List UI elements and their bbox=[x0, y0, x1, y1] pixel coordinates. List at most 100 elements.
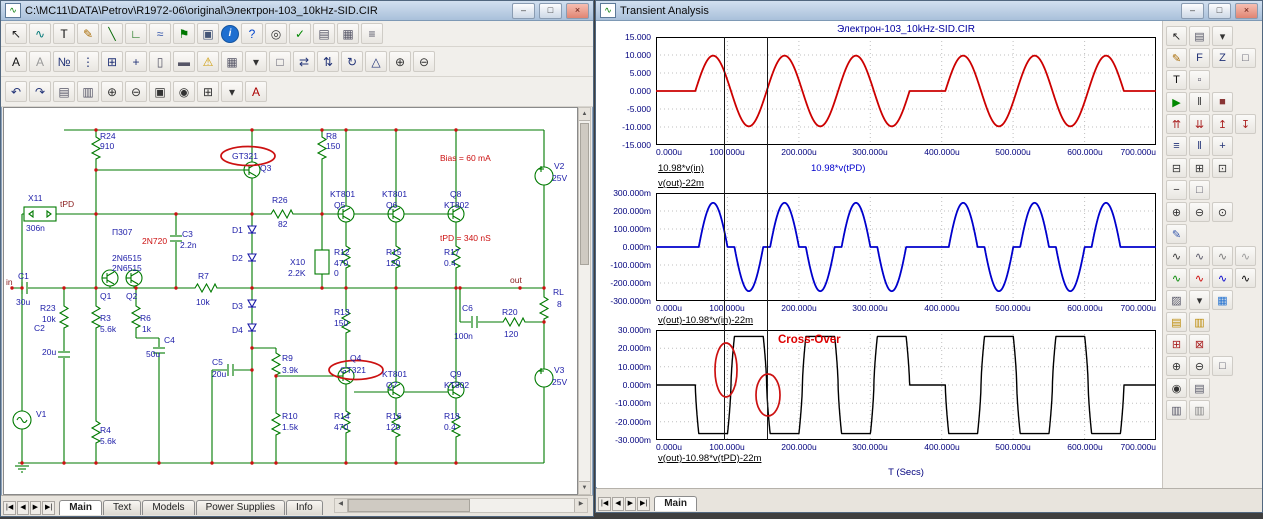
tab-scroll-prev-button[interactable]: ◀ bbox=[17, 501, 29, 515]
minimize-button[interactable]: – bbox=[512, 2, 535, 19]
trace-black-icon[interactable]: ∿ bbox=[1235, 268, 1256, 288]
tab-scroll-prev-button[interactable]: ◀ bbox=[612, 497, 624, 511]
find-icon[interactable]: ⊕ bbox=[389, 51, 411, 72]
vertical-cursor-icon[interactable]: ‖ bbox=[1189, 136, 1210, 156]
curve-label-vout-vtpd[interactable]: v(out)-10.98*v(tPD)-22m bbox=[658, 453, 761, 464]
analysis-window-titlebar[interactable]: ∿ Transient Analysis – □ × bbox=[596, 1, 1262, 21]
flag-tool-icon[interactable]: ⚑ bbox=[173, 23, 195, 44]
bottom-icon[interactable]: ↧ bbox=[1235, 114, 1256, 134]
zoom-in-icon[interactable]: ⊕ bbox=[1166, 202, 1187, 222]
minimize-button[interactable]: – bbox=[1181, 2, 1204, 19]
check-icon[interactable]: ✓ bbox=[289, 23, 311, 44]
valley-icon[interactable]: ⇊ bbox=[1189, 114, 1210, 134]
cursor-grid-icon[interactable]: ⊞ bbox=[1166, 334, 1187, 354]
tab-text[interactable]: Text bbox=[102, 500, 142, 515]
find-next-icon[interactable]: ⊖ bbox=[413, 51, 435, 72]
drc-icon[interactable]: ⚠ bbox=[197, 51, 219, 72]
fourier-window-icon[interactable]: F bbox=[1189, 48, 1210, 68]
restore-button[interactable]: □ bbox=[1208, 2, 1231, 19]
transient-plot-2[interactable] bbox=[656, 193, 1156, 301]
crosshair-icon[interactable]: + bbox=[125, 51, 147, 72]
tab-scroll-last-button[interactable]: ▶| bbox=[636, 497, 651, 511]
page-front-icon[interactable]: ▥ bbox=[1166, 400, 1187, 420]
schematic-canvas-area[interactable]: R24 910 GT321 Q3 R8 150 Bias = 60 mA V2 25V X11 tP… bbox=[3, 107, 578, 495]
schematic-window-titlebar[interactable]: ∿ C:\MC11\DATA\Petrov\R1972-06\original\… bbox=[1, 1, 593, 21]
select-arrow-icon[interactable]: ↖ bbox=[5, 23, 27, 44]
tab-main[interactable]: Main bbox=[654, 496, 697, 511]
mode-dropdown-icon[interactable]: ▾ bbox=[221, 81, 243, 102]
tab-scroll-next-button[interactable]: ▶ bbox=[29, 501, 41, 515]
info-icon[interactable]: i bbox=[221, 24, 239, 43]
wire-tool-icon[interactable]: ∟ bbox=[125, 23, 147, 44]
tab-main[interactable]: Main bbox=[59, 500, 102, 515]
tab-power-supplies[interactable]: Power Supplies bbox=[195, 500, 286, 515]
plot-style-1-icon[interactable]: ∿ bbox=[1166, 246, 1187, 266]
undo-icon[interactable]: ↶ bbox=[5, 81, 27, 102]
border-icon[interactable]: ▯ bbox=[149, 51, 171, 72]
grid-dropdown-icon[interactable]: ▦ bbox=[221, 51, 243, 72]
zoom-fit-icon[interactable]: ⊙ bbox=[1212, 202, 1233, 222]
curve-label-vin[interactable]: 10.98*v(in) bbox=[658, 163, 704, 174]
horizontal-scrollbar[interactable]: ◀ ▶ bbox=[333, 498, 588, 513]
text-attributes-icon[interactable]: A bbox=[5, 51, 27, 72]
watch-list-icon[interactable]: ▥ bbox=[1189, 312, 1210, 332]
top-icon[interactable]: ↥ bbox=[1212, 114, 1233, 134]
select-arrow-icon[interactable]: ↖ bbox=[1166, 26, 1187, 46]
scrollbar-thumb[interactable] bbox=[347, 499, 470, 512]
tag-icon[interactable]: ⊠ bbox=[1189, 334, 1210, 354]
zoom-box-icon[interactable]: □ bbox=[1212, 356, 1233, 376]
mode-icon[interactable]: ⊞ bbox=[197, 81, 219, 102]
pattern-dropdown-icon[interactable]: ▾ bbox=[1189, 290, 1210, 310]
page-back-icon[interactable]: ▥ bbox=[1189, 400, 1210, 420]
select-region-icon[interactable]: □ bbox=[1235, 48, 1256, 68]
trace-green-icon[interactable]: ∿ bbox=[1166, 268, 1187, 288]
crosshair-cursor-icon[interactable]: + bbox=[1212, 136, 1233, 156]
scrollbar-track[interactable] bbox=[470, 499, 574, 512]
flip-horizontal-icon[interactable]: ⇄ bbox=[293, 51, 315, 72]
trace-red-icon[interactable]: ∿ bbox=[1189, 268, 1210, 288]
dropdown-icon[interactable]: ▾ bbox=[1212, 26, 1233, 46]
line-tool-icon[interactable]: ╲ bbox=[101, 23, 123, 44]
scroll-up-button[interactable]: ▲ bbox=[579, 108, 590, 121]
redo-icon[interactable]: ↷ bbox=[29, 81, 51, 102]
tab-scroll-first-button[interactable]: |◀ bbox=[3, 501, 17, 515]
curve-label-vout-vin[interactable]: v(out)-10.98*v(in)-22m bbox=[658, 315, 753, 326]
curve-label-vtpd[interactable]: 10.98*v(tPD) bbox=[811, 163, 865, 174]
paste-icon[interactable]: ▥ bbox=[77, 81, 99, 102]
zoom-out-icon[interactable]: ⊖ bbox=[125, 81, 147, 102]
frame-icon[interactable]: □ bbox=[1189, 180, 1210, 200]
zoom-select-icon[interactable]: ▣ bbox=[149, 81, 171, 102]
minimize-plot-icon[interactable]: − bbox=[1166, 180, 1187, 200]
numeric-output-icon[interactable]: ▤ bbox=[1166, 312, 1187, 332]
copy-page-icon[interactable]: ▤ bbox=[1189, 378, 1210, 398]
plot-style-2-icon[interactable]: ∿ bbox=[1189, 246, 1210, 266]
vertical-scrollbar[interactable]: ▲ ▼ bbox=[578, 107, 591, 495]
scroll-left-button[interactable]: ◀ bbox=[334, 499, 348, 512]
properties-pages-icon[interactable]: ▤ bbox=[1189, 26, 1210, 46]
close-button[interactable]: × bbox=[1235, 2, 1258, 19]
plot-style-4-icon[interactable]: ∿ bbox=[1235, 246, 1256, 266]
restore-button[interactable]: □ bbox=[539, 2, 562, 19]
stop-icon[interactable]: ■ bbox=[1212, 92, 1233, 112]
single-plot-icon[interactable]: ⊡ bbox=[1212, 158, 1233, 178]
trace-blue-icon[interactable]: ∿ bbox=[1212, 268, 1233, 288]
horizontal-cursor-icon[interactable]: ≡ bbox=[1166, 136, 1187, 156]
text-tool-icon[interactable]: T bbox=[1166, 70, 1187, 90]
tab-scroll-last-button[interactable]: ▶| bbox=[41, 501, 56, 515]
pattern-icon[interactable]: ▨ bbox=[1166, 290, 1187, 310]
tab-scroll-first-button[interactable]: |◀ bbox=[598, 497, 612, 511]
cursor-line-1[interactable] bbox=[724, 37, 725, 440]
sheet-icon[interactable]: ▤ bbox=[313, 23, 335, 44]
help-icon[interactable]: ? bbox=[241, 23, 263, 44]
color-grid-icon[interactable]: ▦ bbox=[1212, 290, 1233, 310]
annotate-icon[interactable]: ✎ bbox=[1166, 48, 1187, 68]
title-block-icon[interactable]: ▬ bbox=[173, 51, 195, 72]
new-page-icon[interactable]: □ bbox=[269, 51, 291, 72]
node-numbers-icon[interactable]: № bbox=[53, 51, 75, 72]
mirror-icon[interactable]: △ bbox=[365, 51, 387, 72]
edit-waveform-icon[interactable]: ✎ bbox=[1166, 224, 1187, 244]
zoom-mode-icon[interactable]: Z bbox=[1212, 48, 1233, 68]
snapshot-icon[interactable]: ◉ bbox=[1166, 378, 1187, 398]
node-snap-icon[interactable]: ⊞ bbox=[101, 51, 123, 72]
bus-tool-icon[interactable]: ≈ bbox=[149, 23, 171, 44]
